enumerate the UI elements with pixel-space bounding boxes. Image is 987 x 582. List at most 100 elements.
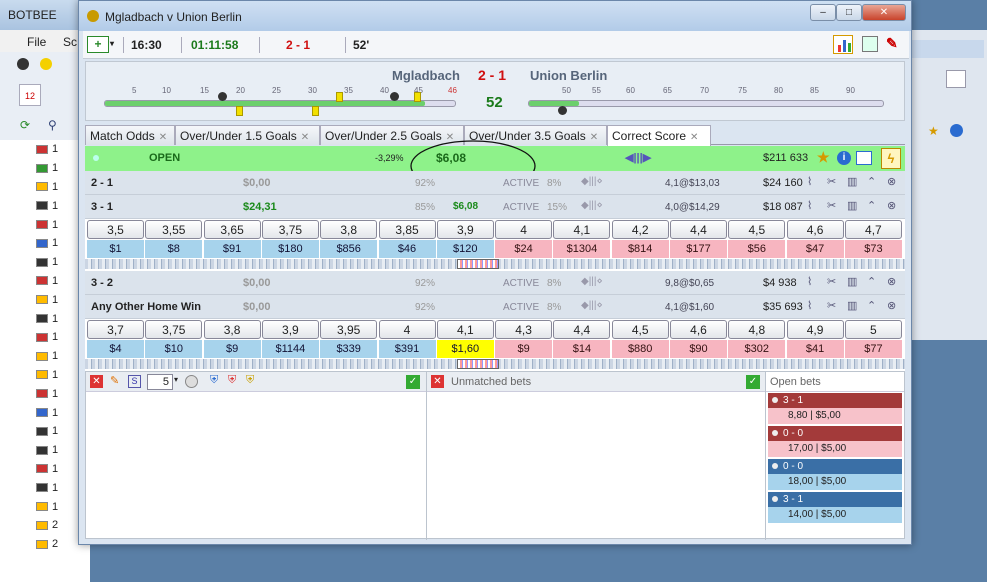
- selection-row[interactable]: 2 - 1 $0,00 92% ACTIVE 8% ◆|||⋄ 4,1@$13,03 $24 …: [85, 171, 905, 195]
- stake-cell[interactable]: $120: [436, 240, 494, 258]
- columns-icon[interactable]: ▥: [847, 175, 857, 188]
- stake-input[interactable]: 5: [147, 374, 173, 390]
- price-button[interactable]: 3,7: [87, 320, 144, 339]
- stake-cell[interactable]: $180: [261, 240, 319, 258]
- shield-yellow-icon[interactable]: ⛨: [246, 374, 254, 387]
- tree-item[interactable]: 1: [0, 328, 90, 347]
- tree-item[interactable]: 1: [0, 159, 90, 178]
- tree-item[interactable]: 1: [0, 272, 90, 291]
- graph-icon[interactable]: ⌇: [807, 175, 812, 188]
- chevron-down-icon[interactable]: ▾: [174, 375, 178, 384]
- stake-cell[interactable]: $24: [495, 240, 553, 258]
- close-icon[interactable]: ⊗: [887, 175, 896, 188]
- tree-item[interactable]: 1: [0, 478, 90, 497]
- stake-cell[interactable]: $47: [786, 240, 844, 258]
- price-button[interactable]: 3,8: [320, 220, 378, 239]
- close-icon[interactable]: ⊗: [887, 199, 896, 212]
- tools-icon[interactable]: ✂: [827, 275, 836, 288]
- stake-cell[interactable]: $856: [320, 240, 378, 258]
- tree-item[interactable]: 1: [0, 441, 90, 460]
- close-icon[interactable]: ✕: [690, 132, 698, 143]
- open-bet[interactable]: 3 - 1 8,80 | $5,00: [768, 393, 902, 425]
- info-icon[interactable]: [950, 124, 963, 137]
- shield-red-icon[interactable]: ⛨: [228, 374, 236, 387]
- cancel-unmatched-icon[interactable]: ✕: [431, 375, 444, 388]
- tree-item[interactable]: 1: [0, 196, 90, 215]
- price-button[interactable]: 3,9: [261, 320, 319, 339]
- columns-icon[interactable]: ▥: [847, 275, 857, 288]
- stake-cell[interactable]: $9: [495, 340, 553, 358]
- price-button[interactable]: 3,85: [378, 220, 436, 239]
- tree-item[interactable]: 2: [0, 535, 90, 554]
- price-button[interactable]: 3,75: [261, 220, 319, 239]
- stake-cell[interactable]: $9: [203, 340, 261, 358]
- stake-cell[interactable]: $46: [378, 240, 436, 258]
- stake-cell[interactable]: $391: [378, 340, 436, 358]
- price-button[interactable]: 3,9: [436, 220, 494, 239]
- shield-blue-icon[interactable]: ⛨: [210, 374, 218, 387]
- tree-item[interactable]: 1: [0, 403, 90, 422]
- stake-cell[interactable]: $1144: [261, 340, 319, 358]
- confirm-icon[interactable]: ✓: [406, 375, 420, 389]
- stake-cell[interactable]: $56: [728, 240, 786, 258]
- chart-icon[interactable]: [833, 35, 853, 54]
- tab-match-odds[interactable]: Match Odds ✕: [85, 125, 175, 145]
- stake-cell[interactable]: $73: [844, 240, 902, 258]
- stake-cell[interactable]: $77: [844, 340, 902, 358]
- nav-arrows-icon[interactable]: ◀|||▶: [625, 151, 651, 164]
- price-button[interactable]: 4: [378, 320, 436, 339]
- price-button[interactable]: 4,9: [786, 320, 844, 339]
- close-icon[interactable]: ⊗: [887, 275, 896, 288]
- menu-file[interactable]: File: [27, 35, 46, 49]
- price-button[interactable]: 3,75: [145, 320, 203, 339]
- price-button[interactable]: 4,4: [553, 320, 611, 339]
- open-bet[interactable]: 0 - 0 18,00 | $5,00: [768, 459, 902, 491]
- stake-cell[interactable]: $1,60: [436, 340, 494, 358]
- close-icon[interactable]: ✕: [159, 132, 167, 143]
- tree-item[interactable]: 1: [0, 253, 90, 272]
- tree-item[interactable]: 1: [0, 309, 90, 328]
- price-button[interactable]: 4,6: [670, 320, 727, 339]
- tree-item[interactable]: 1: [0, 422, 90, 441]
- price-button[interactable]: 4,5: [728, 220, 786, 239]
- refresh-icon[interactable]: ⟳: [20, 118, 34, 132]
- stake-cell[interactable]: $14: [553, 340, 611, 358]
- stake-cell[interactable]: $10: [145, 340, 203, 358]
- tools-icon[interactable]: ✂: [827, 175, 836, 188]
- star-icon[interactable]: ★: [817, 149, 830, 166]
- s-icon[interactable]: S: [128, 375, 141, 388]
- tree-item[interactable]: 1: [0, 290, 90, 309]
- price-button[interactable]: 3,8: [203, 320, 261, 339]
- stake-cell[interactable]: $4: [87, 340, 144, 358]
- star-icon[interactable]: ★: [928, 124, 939, 138]
- stake-cell[interactable]: $8: [145, 240, 203, 258]
- ball-icon[interactable]: [17, 58, 29, 70]
- graph-icon[interactable]: ⌇: [807, 299, 812, 312]
- price-button[interactable]: 3,55: [145, 220, 203, 239]
- graph-icon[interactable]: [856, 151, 872, 165]
- tools-icon[interactable]: ✂: [827, 199, 836, 212]
- price-button[interactable]: 3,95: [320, 320, 378, 339]
- selection-row[interactable]: 3 - 2 $0,00 92% ACTIVE 8% ◆|||⋄ 9,8@$0,65 $4 93…: [85, 271, 905, 295]
- stake-cell[interactable]: $91: [203, 240, 261, 258]
- cancel-icon[interactable]: ✕: [90, 375, 103, 388]
- stake-cell[interactable]: $1: [87, 240, 144, 258]
- close-icon[interactable]: ✕: [590, 132, 598, 143]
- window-new-icon[interactable]: [862, 36, 878, 52]
- chart-icon[interactable]: [946, 70, 966, 88]
- close-icon[interactable]: ✕: [301, 132, 309, 143]
- price-button[interactable]: 4,2: [611, 220, 669, 239]
- tab-correct-score[interactable]: Correct Score ✕: [607, 125, 711, 146]
- stake-cell[interactable]: $1304: [553, 240, 611, 258]
- settings-icon[interactable]: [185, 375, 198, 388]
- yellow-ball-icon[interactable]: [40, 58, 52, 70]
- price-button[interactable]: 4,5: [611, 320, 669, 339]
- selection-row[interactable]: 3 - 1 $24,31 85% $6,08 ACTIVE 15% ◆|||⋄ 4,0@$14…: [85, 195, 905, 219]
- stake-cell[interactable]: $814: [611, 240, 669, 258]
- open-bet[interactable]: 3 - 1 14,00 | $5,00: [768, 492, 902, 524]
- open-bet[interactable]: 0 - 0 17,00 | $5,00: [768, 426, 902, 458]
- price-button[interactable]: 4,1: [553, 220, 611, 239]
- calendar-icon[interactable]: 12: [19, 84, 41, 106]
- tree-item[interactable]: 1: [0, 366, 90, 385]
- columns-icon[interactable]: ▥: [847, 299, 857, 312]
